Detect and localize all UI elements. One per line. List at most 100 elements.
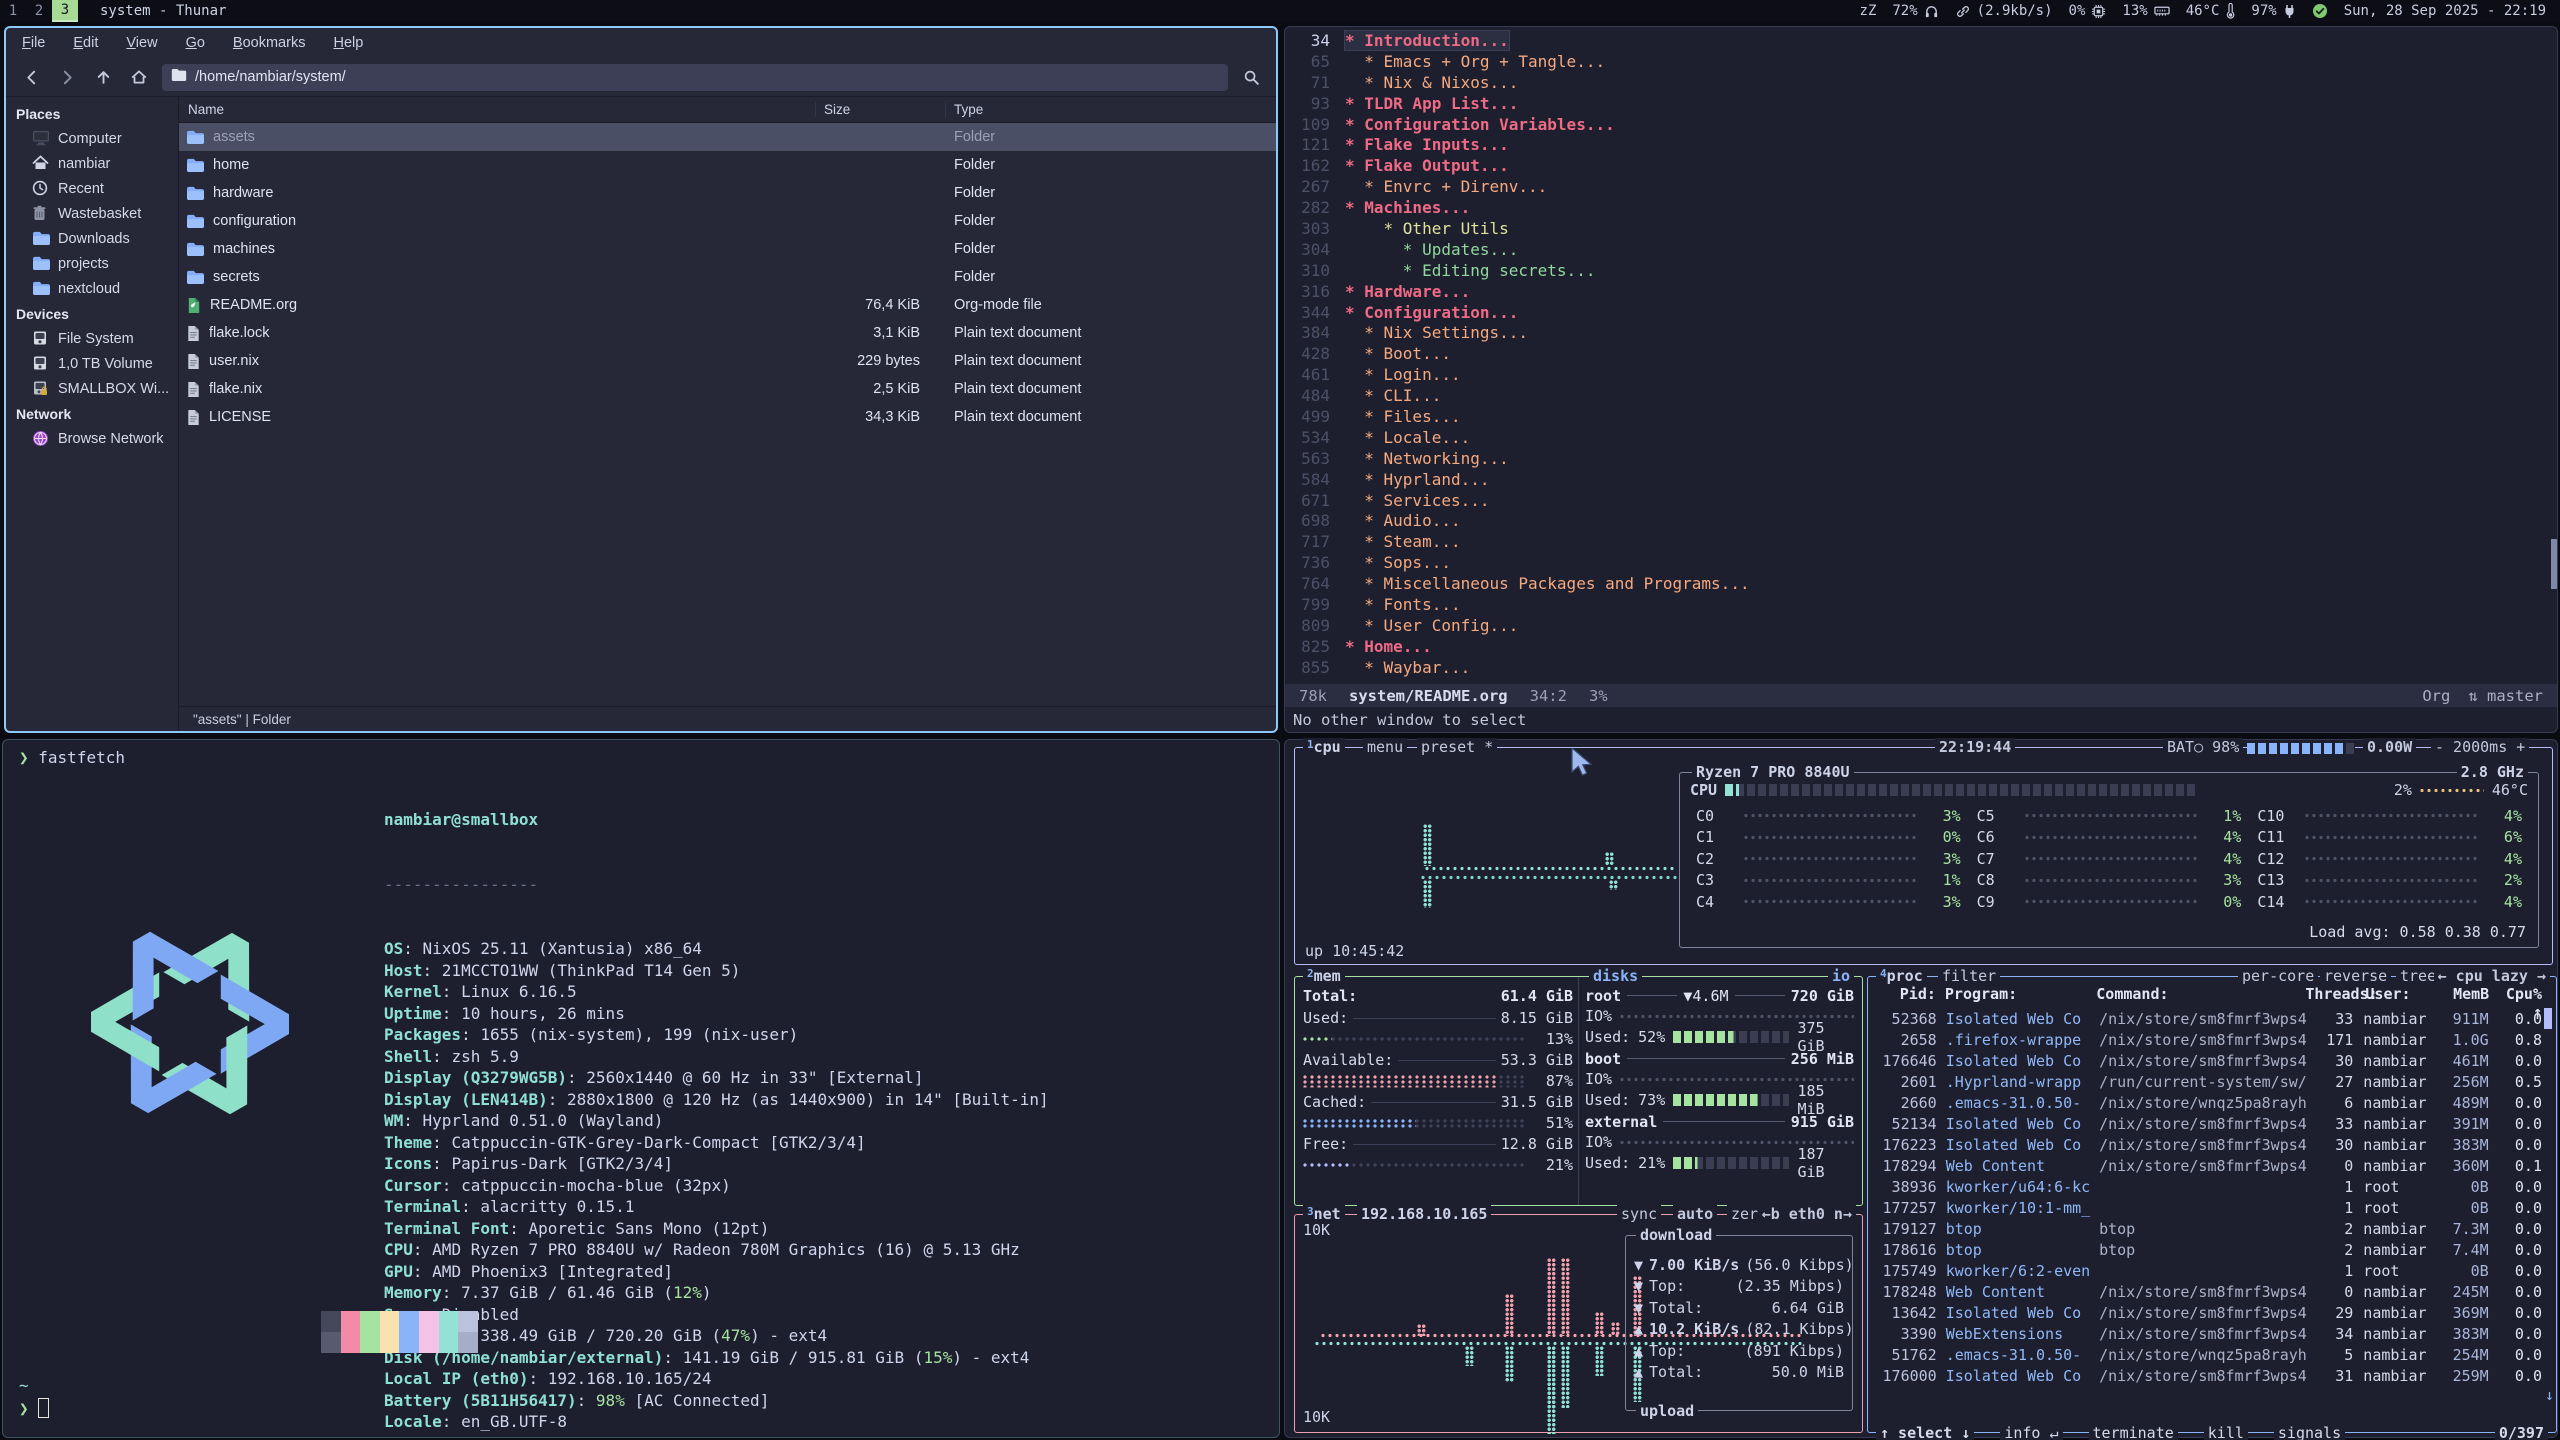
terminate-hint[interactable]: terminate	[2089, 1424, 2178, 1440]
org-heading-line[interactable]: 316* Hardware...	[1285, 281, 2557, 302]
proc-row-2660[interactable]: 2660.emacs-31.0.50-/nix/store/wnqz5pa8ra…	[1874, 1092, 2542, 1113]
net-auto-toggle[interactable]: auto	[1673, 1205, 1717, 1223]
file-list-header[interactable]: Name Size Type	[179, 97, 1276, 123]
net-interface[interactable]: ←b eth0 n→	[1758, 1205, 1856, 1223]
proc-reverse-toggle[interactable]: reverse	[2320, 967, 2391, 985]
org-heading-line[interactable]: 93* TLDR App List...	[1285, 93, 2557, 114]
proc-row-175749[interactable]: 175749kworker/6:2-even1root0B0.0	[1874, 1260, 2542, 1281]
net-sync-toggle[interactable]: sync	[1617, 1205, 1661, 1223]
file-row-machines[interactable]: machinesFolder	[179, 235, 1276, 263]
proc-sort[interactable]: ← cpu lazy →	[2434, 967, 2550, 985]
org-heading-line[interactable]: 310 * Editing secrets...	[1285, 260, 2557, 281]
sidebar-item-file-system[interactable]: File System	[6, 326, 178, 351]
emacs-scrollbar[interactable]	[2551, 539, 2557, 589]
menu-file[interactable]: File	[22, 35, 45, 51]
cpu-box-title[interactable]: 1cpu	[1303, 738, 1345, 756]
org-heading-line[interactable]: 267 * Envrc + Direnv...	[1285, 176, 2557, 197]
org-heading-line[interactable]: 71 * Nix & Nixos...	[1285, 72, 2557, 93]
sidebar-item-projects[interactable]: projects	[6, 251, 178, 276]
org-heading-line[interactable]: 121* Flake Inputs...	[1285, 134, 2557, 155]
org-heading-line[interactable]: 534 * Locale...	[1285, 427, 2557, 448]
menu-help[interactable]: Help	[333, 35, 363, 51]
disks-box-title[interactable]: disks	[1589, 967, 1642, 985]
proc-row-178616[interactable]: 178616btopbtop2nambiar7.4M0.0	[1874, 1239, 2542, 1260]
workspace-3[interactable]: 3	[52, 0, 78, 22]
proc-row-52368[interactable]: 52368Isolated Web Co/nix/store/sm8fmrf3w…	[1874, 1008, 2542, 1029]
org-heading-line[interactable]: 736 * Sops...	[1285, 552, 2557, 573]
sidebar-item-recent[interactable]: Recent	[6, 176, 178, 201]
kill-hint[interactable]: kill	[2204, 1424, 2248, 1440]
file-row-flake-lock[interactable]: flake.lock3,1 KiBPlain text document	[179, 319, 1276, 347]
org-heading-line[interactable]: 764 * Miscellaneous Packages and Program…	[1285, 573, 2557, 594]
io-toggle[interactable]: io	[1828, 967, 1854, 985]
proc-row-2658[interactable]: 2658.firefox-wrappe/nix/store/sm8fmrf3wp…	[1874, 1029, 2542, 1050]
file-row-home[interactable]: homeFolder	[179, 151, 1276, 179]
preset-button[interactable]: preset *	[1417, 738, 1497, 756]
org-heading-line[interactable]: 65 * Emacs + Org + Tangle...	[1285, 51, 2557, 72]
org-heading-line[interactable]: 855 * Waybar...	[1285, 657, 2557, 678]
proc-row-52134[interactable]: 52134Isolated Web Co/nix/store/sm8fmrf3w…	[1874, 1113, 2542, 1134]
workspace-2[interactable]: 2	[26, 0, 52, 22]
proc-row-176223[interactable]: 176223Isolated Web Co/nix/store/sm8fmrf3…	[1874, 1134, 2542, 1155]
btop-window[interactable]: 1cpu menu preset * 22:19:44 BAT○ 98% 0.0…	[1284, 739, 2558, 1438]
file-row-user-nix[interactable]: user.nix229 bytesPlain text document	[179, 347, 1276, 375]
workspace-1[interactable]: 1	[0, 0, 26, 22]
menu-edit[interactable]: Edit	[73, 35, 98, 51]
file-row-hardware[interactable]: hardwareFolder	[179, 179, 1276, 207]
search-icon[interactable]	[1238, 64, 1264, 90]
menu-bookmarks[interactable]: Bookmarks	[233, 35, 306, 51]
mem-box-title[interactable]: 2mem	[1303, 967, 1345, 985]
org-heading-line[interactable]: 698 * Audio...	[1285, 510, 2557, 531]
file-row-readme-org[interactable]: README.org76,4 KiBOrg-mode file	[179, 291, 1276, 319]
file-row-flake-nix[interactable]: flake.nix2,5 KiBPlain text document	[179, 375, 1276, 403]
forward-button[interactable]	[54, 64, 80, 90]
menu-view[interactable]: View	[126, 35, 157, 51]
org-heading-line[interactable]: 799 * Fonts...	[1285, 594, 2557, 615]
org-heading-line[interactable]: 344* Configuration...	[1285, 302, 2557, 323]
sidebar-item-computer[interactable]: Computer	[6, 126, 178, 151]
org-heading-line[interactable]: 428 * Boot...	[1285, 343, 2557, 364]
file-row-assets[interactable]: assetsFolder	[179, 123, 1276, 151]
file-row-configuration[interactable]: configurationFolder	[179, 207, 1276, 235]
proc-percore-toggle[interactable]: per-core	[2238, 967, 2318, 985]
org-heading-line[interactable]: 809 * User Config...	[1285, 615, 2557, 636]
org-heading-line[interactable]: 162* Flake Output...	[1285, 155, 2557, 176]
org-heading-line[interactable]: 304 * Updates...	[1285, 239, 2557, 260]
file-row-secrets[interactable]: secretsFolder	[179, 263, 1276, 291]
update-interval[interactable]: - 2000ms +	[2431, 738, 2529, 756]
org-heading-line[interactable]: 499 * Files...	[1285, 406, 2557, 427]
proc-row-13642[interactable]: 13642Isolated Web Co/nix/store/sm8fmrf3w…	[1874, 1302, 2542, 1323]
terminal-window[interactable]: ❯ fastfetch nambiar@smallbox -----------…	[2, 739, 1280, 1438]
sidebar-item-wastebasket[interactable]: Wastebasket	[6, 201, 178, 226]
sidebar-item-nextcloud[interactable]: nextcloud	[6, 276, 178, 301]
org-heading-line[interactable]: 282* Machines...	[1285, 197, 2557, 218]
org-heading-line[interactable]: 109* Configuration Variables...	[1285, 114, 2557, 135]
sidebar-item-smallbox-wi-[interactable]: SMALLBOX Wi...	[6, 376, 178, 401]
menu-go[interactable]: Go	[186, 35, 205, 51]
select-hint[interactable]: ↑ select ↓	[1876, 1424, 1974, 1440]
workspace-switcher[interactable]: 123	[0, 0, 78, 22]
back-button[interactable]	[18, 64, 44, 90]
home-button[interactable]	[126, 64, 152, 90]
sidebar-item-nambiar[interactable]: nambiar	[6, 151, 178, 176]
up-button[interactable]	[90, 64, 116, 90]
menu-button[interactable]: menu	[1363, 738, 1407, 756]
sidebar-item-downloads[interactable]: Downloads	[6, 226, 178, 251]
proc-scrollbar[interactable]	[2544, 1008, 2552, 1029]
shell-prompt-active[interactable]: ❯	[19, 1398, 49, 1418]
proc-row-178248[interactable]: 178248Web Content/nix/store/sm8fmrf3wps4…	[1874, 1281, 2542, 1302]
org-heading-line[interactable]: 671 * Services...	[1285, 490, 2557, 511]
path-bar[interactable]: /home/nambiar/system/	[162, 64, 1228, 91]
proc-row-51762[interactable]: 51762.emacs-31.0.50-/nix/store/wnqz5pa8r…	[1874, 1344, 2542, 1365]
proc-row-176646[interactable]: 176646Isolated Web Co/nix/store/sm8fmrf3…	[1874, 1050, 2542, 1071]
emacs-window[interactable]: 34* Introduction...65 * Emacs + Org + Ta…	[1284, 26, 2558, 733]
proc-row-38936[interactable]: 38936kworker/u64:6-kc1root0B0.0	[1874, 1176, 2542, 1197]
signals-hint[interactable]: signals	[2274, 1424, 2345, 1440]
org-heading-line[interactable]: 461 * Login...	[1285, 364, 2557, 385]
org-heading-line[interactable]: 384 * Nix Settings...	[1285, 322, 2557, 343]
org-heading-line[interactable]: 584 * Hyprland...	[1285, 469, 2557, 490]
org-heading-line[interactable]: 303 * Other Utils	[1285, 218, 2557, 239]
info-hint[interactable]: info ↵	[2000, 1424, 2062, 1440]
org-heading-line[interactable]: 717 * Steam...	[1285, 531, 2557, 552]
proc-box-title[interactable]: 4proc	[1876, 967, 1927, 985]
